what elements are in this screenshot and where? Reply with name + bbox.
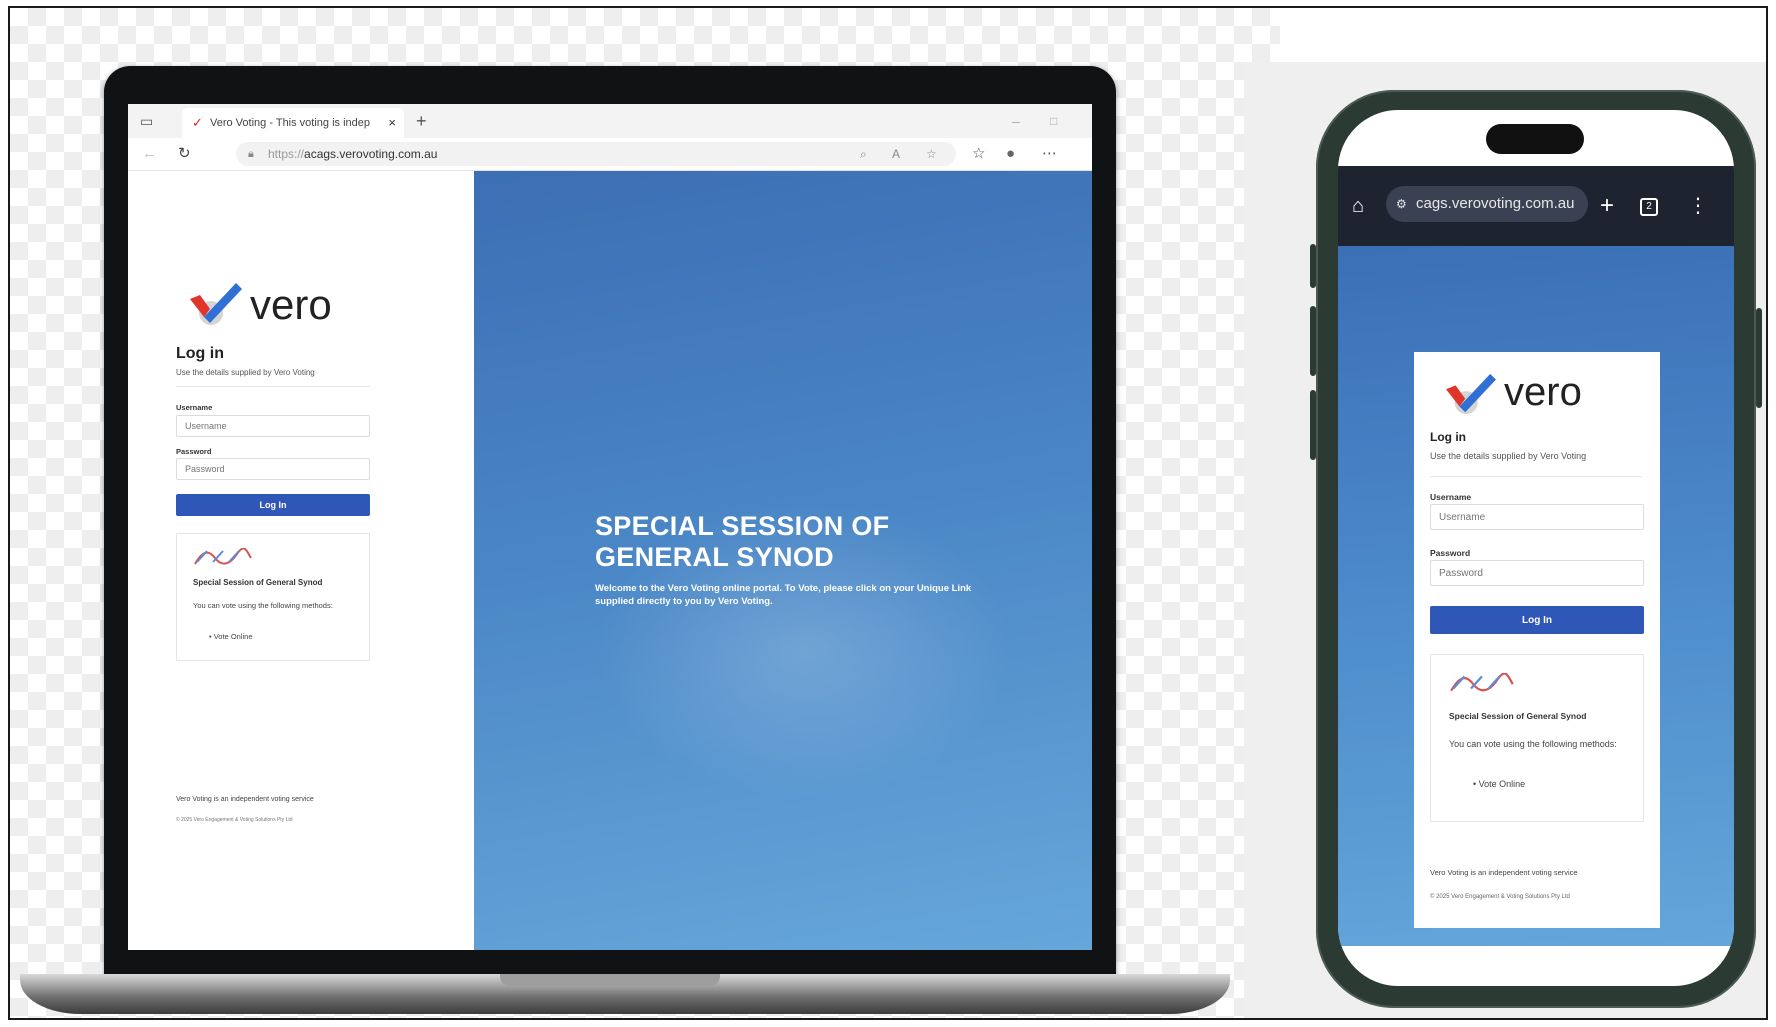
event-card: Special Session of General Synod You can… [176,533,370,661]
footer-copyright: © 2025 Vero Engagement & Voting Solution… [176,817,293,823]
profile-icon[interactable]: ● [1006,138,1015,170]
address-bar[interactable]: 🔒︎ https://acags.verovoting.com.au ⌕ A ☆ [236,142,956,166]
login-button[interactable]: Log In [176,494,370,516]
tab-title: Vero Voting - This voting is indep [210,117,371,129]
footer-service-text: Vero Voting is an independent voting ser… [176,796,314,803]
menu-icon[interactable]: ⋮ [1688,166,1708,246]
mobile-event-logo-icon [1450,673,1514,692]
minimize-icon[interactable]: – [1012,104,1020,138]
new-tab-button[interactable]: + [416,104,427,138]
mobile-login-panel: vero Log in Use the details supplied by … [1414,352,1660,928]
username-label: Username [176,403,213,412]
desktop-login-panel: vero Log in Use the details supplied by … [128,171,474,950]
laptop-notch [500,974,720,986]
event-title: Special Session of General Synod [193,578,323,587]
more-icon[interactable]: ⋯ [1042,138,1057,170]
mobile-login-instructions: Use the details supplied by Vero Voting [1430,451,1587,461]
vero-favicon-icon: ✓ [192,115,203,130]
zoom-icon[interactable]: ⌕ [860,142,867,166]
vote-online-item: • Vote Online [209,632,253,641]
vero-check-icon [190,283,242,325]
username-input[interactable] [176,415,370,437]
mobile-login-heading: Log in [1430,430,1466,444]
vero-logo: vero [188,279,388,339]
login-instructions: Use the details supplied by Vero Voting [176,368,315,377]
mobile-event-card: Special Session of General Synod You can… [1430,654,1644,822]
image-frame: ▭ ✓ Vero Voting - This voting is indep ×… [8,6,1768,1020]
mobile-vote-online-item: • Vote Online [1473,779,1526,789]
desktop-hero: SPECIAL SESSION OF GENERAL SYNOD Welcome… [474,171,1092,950]
tab-switcher-icon[interactable]: 2 [1640,166,1658,246]
close-tab-icon[interactable]: × [388,108,396,138]
mobile-divider [1430,476,1642,477]
collections-icon[interactable]: ☆ [972,138,985,170]
browser-titlebar: ▭ ✓ Vero Voting - This voting is indep ×… [128,104,1092,138]
tab-count: 2 [1640,197,1658,216]
mobile-url-host: cags.verovoting.com.au [1416,195,1575,212]
favorite-icon[interactable]: ☆ [926,142,937,166]
sidebar-icon[interactable]: ▭ [140,104,153,138]
read-aloud-icon[interactable]: A [892,142,900,166]
hero-title-line-1: SPECIAL SESSION OF [595,511,890,541]
mobile-login-button[interactable]: Log In [1430,606,1644,634]
mobile-event-title: Special Session of General Synod [1449,711,1587,721]
mobile-vero-check-icon [1446,373,1496,415]
browser-tab[interactable]: ✓ Vero Voting - This voting is indep × [182,108,404,138]
divider [176,386,370,387]
laptop-screen: ▭ ✓ Vero Voting - This voting is indep ×… [128,104,1092,950]
phone-screen: ⌂ ⚙︎ cags.verovoting.com.au + 2 ⋮ vero L [1338,110,1734,986]
login-heading: Log in [176,345,224,362]
mobile-logo-wordmark: vero [1504,370,1582,414]
hero-title-line-2: GENERAL SYNOD [595,542,834,572]
mobile-event-description: You can vote using the following methods… [1449,739,1617,749]
mobile-password-input[interactable] [1430,560,1644,586]
mobile-username-label: Username [1430,492,1472,502]
mobile-footer-copyright: © 2025 Vero Engagement & Voting Solution… [1430,894,1570,900]
browser-toolbar: ← ↻ 🔒︎ https://acags.verovoting.com.au ⌕… [128,138,1092,171]
logo-wordmark: vero [250,281,332,328]
mobile-browser-toolbar: ⌂ ⚙︎ cags.verovoting.com.au + 2 ⋮ [1338,166,1734,246]
home-icon[interactable]: ⌂ [1352,166,1364,246]
phone-power-button [1756,308,1762,408]
mobile-username-input[interactable] [1430,504,1644,530]
new-tab-icon[interactable]: + [1600,166,1614,246]
url-host: acags.verovoting.com.au [304,147,438,161]
event-description: You can vote using the following methods… [193,601,333,610]
password-input[interactable] [176,458,370,480]
hero-title: SPECIAL SESSION OF GENERAL SYNOD [595,511,955,573]
back-icon[interactable]: ← [142,138,157,170]
mobile-password-label: Password [1430,548,1471,558]
mobile-address-bar[interactable]: ⚙︎ cags.verovoting.com.au [1386,186,1588,222]
maximize-icon[interactable]: □ [1050,104,1057,138]
dynamic-island [1486,124,1584,154]
refresh-icon[interactable]: ↻ [178,138,191,170]
mobile-footer-service-text: Vero Voting is an independent voting ser… [1430,868,1578,877]
site-settings-icon[interactable]: ⚙︎ [1396,186,1407,222]
event-logo-icon [194,548,252,565]
url-protocol: https:// [268,147,305,161]
hero-subtitle: Welcome to the Vero Voting online portal… [595,583,972,607]
password-label: Password [176,447,212,456]
mobile-vero-logo: vero [1444,370,1644,426]
lock-icon[interactable]: 🔒︎ [248,142,254,166]
